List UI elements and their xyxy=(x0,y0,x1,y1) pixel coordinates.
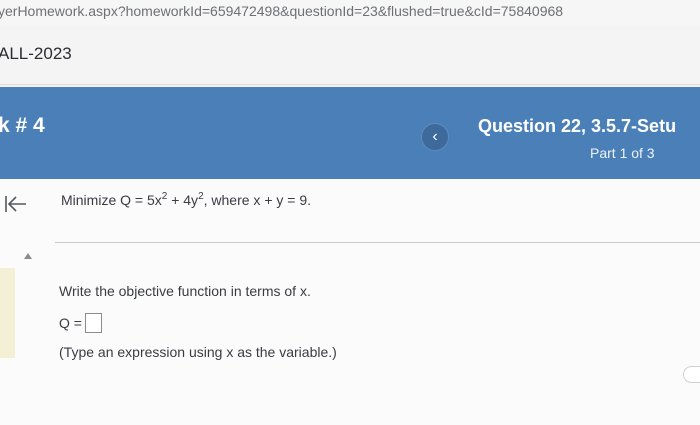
problem-text-end: , where x + y = 9. xyxy=(203,192,312,208)
answer-label: Q = xyxy=(59,315,82,331)
collapse-up-icon[interactable] xyxy=(24,253,32,259)
problem-text-start: Minimize Q = 5x xyxy=(61,192,162,208)
previous-question-button[interactable]: ‹ xyxy=(421,123,449,151)
problem-statement: Minimize Q = 5x2 + 4y2, where x + y = 9. xyxy=(61,192,312,209)
answer-input[interactable] xyxy=(84,313,102,333)
url-text: yerHomework.aspx?homeworkId=659472498&qu… xyxy=(0,3,564,19)
address-bar[interactable]: yerHomework.aspx?homeworkId=659472498&qu… xyxy=(0,0,700,27)
side-panel-strip xyxy=(0,268,15,358)
part-indicator: Part 1 of 3 xyxy=(590,145,655,161)
input-hint: (Type an expression using x as the varia… xyxy=(59,344,337,360)
answer-row: Q = xyxy=(59,313,102,333)
side-tab-handle[interactable] xyxy=(683,366,700,383)
back-arrow-icon[interactable] xyxy=(4,194,28,214)
homework-title: k # 4 xyxy=(0,114,45,137)
problem-text-mid: + 4y xyxy=(167,192,199,208)
section-divider xyxy=(55,242,700,243)
question-content xyxy=(0,179,700,425)
homework-page: yerHomework.aspx?homeworkId=659472498&qu… xyxy=(0,0,700,425)
course-term: ALL-2023 xyxy=(0,44,72,63)
instruction-text: Write the objective function in terms of… xyxy=(59,283,311,299)
question-title: Question 22, 3.5.7-Setu xyxy=(478,116,677,136)
course-bar: ALL-2023 xyxy=(0,26,700,85)
chevron-left-icon: ‹ xyxy=(432,128,438,145)
